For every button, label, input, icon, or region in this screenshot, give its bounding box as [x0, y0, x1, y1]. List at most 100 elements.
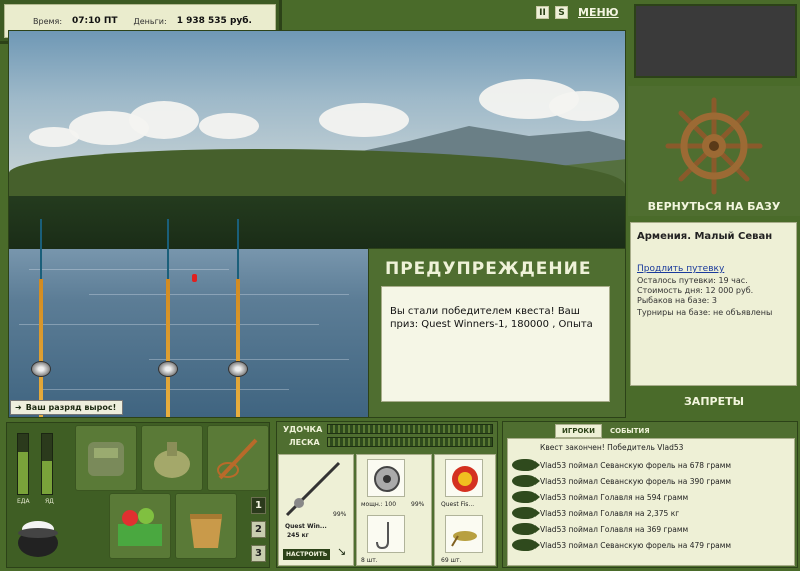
inventory-panel: ЕДА ЯД 1 2 3 [6, 422, 270, 568]
line-and-bait-box: Quest Fis... 69 шт. [434, 454, 496, 566]
rod-2[interactable] [166, 279, 170, 417]
ship-wheel-area [628, 86, 800, 216]
rod-3-tip [237, 219, 239, 279]
treeline [9, 196, 625, 251]
rod-bar [327, 424, 493, 434]
setup-button[interactable]: НАСТРОИТЬ [283, 549, 331, 560]
line-label: ЛЕСКА [289, 438, 320, 447]
page-2-button[interactable]: 2 [251, 521, 266, 538]
reel-percent: 99% [411, 501, 425, 508]
rod-weight: 245 кг [287, 532, 309, 539]
time-value: 07:10 ПТ [72, 16, 118, 26]
fish-icon [512, 491, 540, 503]
extend-trip-link[interactable]: Продлить путевку [637, 264, 790, 274]
location-info: Армения. Малый Севан Продлить путевку Ос… [630, 222, 797, 386]
page-1-button[interactable]: 1 [251, 497, 266, 514]
arrow-icon: ➜ [15, 403, 22, 412]
info-line: Турниры на базе: не объявлены [637, 308, 773, 317]
fish-icon [512, 539, 540, 551]
sound-button[interactable]: S [555, 6, 568, 19]
dialog-title: ПРЕДУПРЕЖДЕНИЕ [385, 259, 592, 279]
info-line: Осталось путевки: 19 час. [637, 276, 748, 285]
float-bobber [192, 274, 197, 282]
bag-slot[interactable] [141, 425, 203, 491]
bait-count: 69 шт. [441, 557, 462, 564]
rod-2-reel[interactable] [158, 361, 178, 377]
info-line: Рыбаков на базе: 3 [637, 296, 717, 305]
right-top-panel [634, 4, 797, 78]
tab-events[interactable]: СОБЫТИЯ [604, 425, 656, 437]
rod-box[interactable]: 99% Quest Win... 245 кг НАСТРОИТЬ ↘ [278, 454, 354, 566]
food-meter-fill [18, 452, 28, 494]
hook-icon [376, 522, 389, 550]
reel-icon [374, 466, 400, 492]
log-entry: Vlad53 поймал Голавля на 369 грамм [540, 525, 689, 534]
vegetable-basket-icon [118, 508, 162, 546]
line-spool-icon [452, 466, 478, 492]
rod-1-tip [40, 219, 42, 279]
arrow-icon[interactable]: ↘ [337, 545, 346, 558]
log-tabs: ИГРОКИ СОБЫТИЯ [555, 424, 656, 438]
hook-slot[interactable] [367, 515, 405, 553]
rank-notification[interactable]: ➜ Ваш разряд вырос! [10, 400, 124, 415]
menu-button[interactable]: МЕНЮ [578, 6, 619, 19]
money-value: 1 938 535 руб. [176, 16, 252, 26]
ship-wheel-icon[interactable] [664, 96, 764, 196]
rod-label: УДОЧКА [283, 425, 323, 434]
net-icon [217, 438, 258, 480]
log-entry: Vlad53 поймал Голавля на 2,375 кг [540, 509, 680, 518]
bait-slot[interactable] [445, 515, 483, 553]
rod-3[interactable] [236, 279, 240, 417]
poison-label: ЯД [45, 498, 54, 505]
fish-icon [512, 523, 540, 535]
rank-message-text: Ваш разряд вырос! [25, 403, 117, 412]
food-label: ЕДА [17, 498, 30, 505]
reel-slot[interactable] [367, 459, 405, 497]
warning-dialog[interactable]: ПРЕДУПРЕЖДЕНИЕ Вы стали победителем квес… [368, 248, 626, 418]
location-name: Армения. Малый Севан [637, 231, 773, 242]
log-list: Квест закончен! Победитель Vlad53 Vlad53… [507, 438, 795, 566]
line-name: Quest Fis... [441, 501, 475, 508]
dialog-message: Вы стали победителем квеста! Ваш приз: Q… [381, 286, 610, 402]
reel-and-hook-box: мощн.: 100 99% 8 шт. [356, 454, 432, 566]
info-line: Стоимость дня: 12 000 руб. [637, 286, 754, 295]
log-entry: Vlad53 поймал Севанскую форель на 678 гр… [540, 461, 732, 470]
page-3-button[interactable]: 3 [251, 545, 266, 562]
log-entry: Vlad53 поймал Голавля на 594 грамм [540, 493, 689, 502]
log-entry: Vlad53 поймал Севанскую форель на 479 гр… [540, 541, 732, 550]
bucket-slot[interactable] [175, 493, 237, 559]
poison-meter-fill [42, 461, 52, 494]
bucket-icon [190, 514, 222, 548]
wave [29, 269, 229, 270]
line-slot[interactable] [445, 459, 483, 497]
grasshopper-icon [451, 531, 477, 547]
money-label: Деньги: [133, 16, 167, 26]
rod-1[interactable] [39, 279, 43, 417]
log-entry: Vlad53 поймал Севанскую форель на 390 гр… [540, 477, 732, 486]
reel-power: мощн.: 100 [361, 501, 397, 508]
rod-1-reel[interactable] [31, 361, 51, 377]
rod-3-reel[interactable] [228, 361, 248, 377]
pause-button[interactable]: II [536, 6, 549, 19]
wave [89, 294, 349, 295]
fishing-rod-icon [285, 461, 341, 517]
log-header: Квест закончен! Победитель Vlad53 [540, 443, 684, 452]
bag-icon [154, 442, 190, 478]
wave [149, 359, 349, 360]
hook-count: 8 шт. [361, 557, 378, 564]
line-bar [327, 437, 493, 447]
tool-slot[interactable] [207, 425, 269, 491]
backpack-icon [88, 442, 124, 476]
return-to-base-button[interactable]: ВЕРНУТЬСЯ НА БАЗУ [628, 200, 800, 213]
poison-meter [41, 433, 53, 495]
rod-2-tip [167, 219, 169, 279]
fish-icon [512, 475, 540, 487]
event-log-panel: ИГРОКИ СОБЫТИЯ Квест закончен! Победител… [502, 421, 798, 568]
bans-button[interactable]: ЗАПРЕТЫ [628, 395, 800, 408]
tab-players[interactable]: ИГРОКИ [555, 424, 602, 438]
rod-percent: 99% [333, 511, 347, 518]
backpack-slot[interactable] [75, 425, 137, 491]
vegetables-slot[interactable] [109, 493, 171, 559]
cauldron-icon[interactable] [13, 515, 63, 561]
fish-icon [512, 459, 540, 471]
